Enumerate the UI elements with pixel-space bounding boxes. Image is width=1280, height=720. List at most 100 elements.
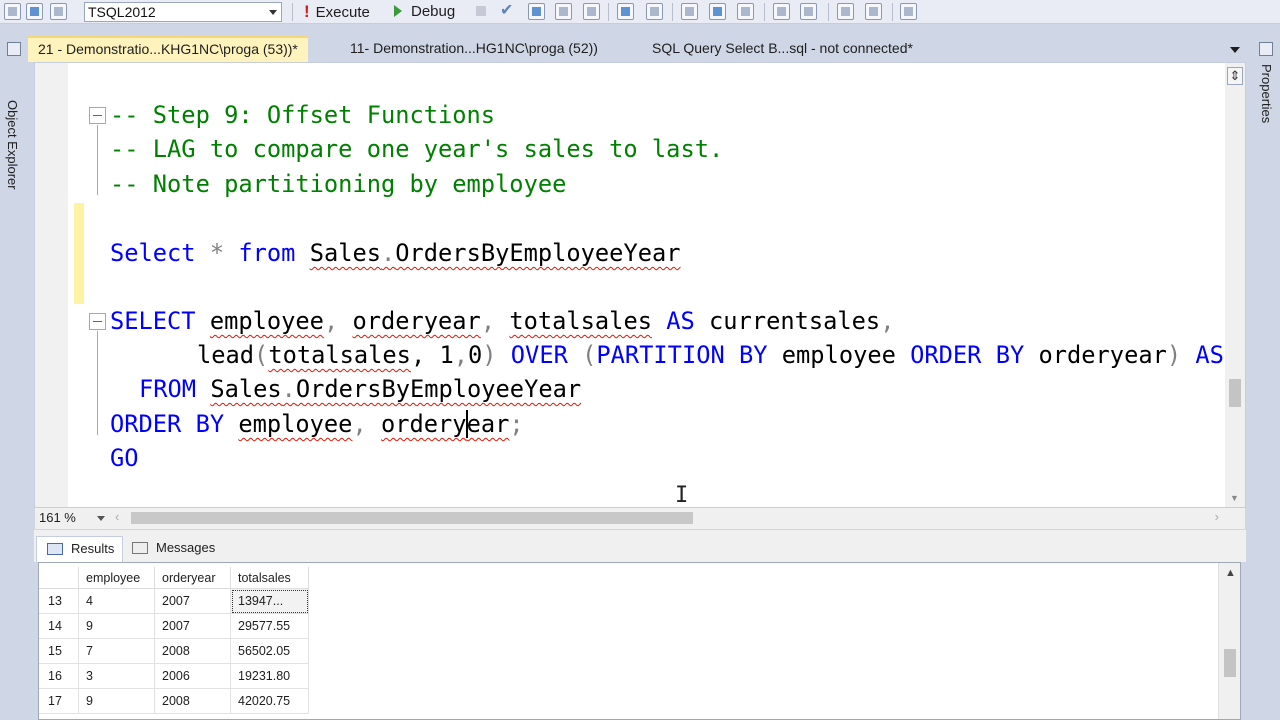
row-number[interactable]: 17 (39, 689, 79, 714)
object-name: OrdersByEmployeeYear (295, 375, 582, 403)
parse-check-icon[interactable]: ✔ (500, 0, 513, 20)
results-grid[interactable]: employee orderyear totalsales 13 4 2007 … (38, 562, 1241, 720)
tab-messages-label: Messages (156, 540, 216, 555)
increase-indent-icon[interactable] (865, 3, 882, 20)
query-editor[interactable]: -- Step 9: Offset Functions -- LAG to co… (34, 62, 1246, 508)
toolbar-separator (292, 3, 293, 21)
row-number[interactable]: 15 (39, 639, 79, 664)
collapse-region-icon[interactable] (89, 313, 106, 330)
code-line-7: SELECT employee, orderyear, totalsales A… (110, 304, 894, 338)
tab-demonstration-11[interactable]: 11- Demonstration...HG1NC\proga (52)) (340, 36, 608, 62)
cell-totalsales[interactable]: 42020.75 (231, 689, 309, 714)
grid-vertical-scrollbar[interactable]: ▲ (1218, 563, 1240, 719)
tab-results-label: Results (71, 541, 115, 556)
tab-sql-query-select[interactable]: SQL Query Select B...sql - not connected… (642, 36, 923, 62)
collapse-region-icon[interactable] (89, 107, 106, 124)
change-connection-icon[interactable] (50, 3, 67, 20)
tab-results[interactable]: Results (36, 536, 124, 562)
row-number[interactable]: 13 (39, 589, 79, 614)
connect-icon[interactable] (26, 3, 43, 20)
scroll-up-icon[interactable]: ▲ (1225, 567, 1236, 579)
scroll-down-icon[interactable]: ▼ (1230, 493, 1239, 503)
change-tracking-bar (74, 203, 84, 304)
argument-text: 0 (468, 341, 483, 369)
row-number[interactable]: 14 (39, 614, 79, 639)
client-stats-icon[interactable] (646, 3, 663, 20)
ssms-window: TSQL2012 ! Execute Debug ✔ Object Explor… (0, 0, 1280, 720)
code-area[interactable]: -- Step 9: Offset Functions -- LAG to co… (110, 63, 1225, 507)
uncomment-lines-icon[interactable] (800, 3, 817, 20)
keyword: OVER (510, 341, 568, 369)
column-name: totalsales (268, 341, 411, 369)
code-line-1: -- Step 9: Offset Functions (110, 98, 495, 132)
outline-line (97, 331, 98, 435)
toolbar-separator (892, 3, 893, 21)
cell-orderyear[interactable]: 2007 (155, 614, 231, 639)
cell-totalsales-selected[interactable]: 13947... (231, 589, 309, 614)
cell-employee[interactable]: 9 (79, 689, 155, 714)
column-header-totalsales[interactable]: totalsales (231, 567, 309, 589)
object-explorer-label[interactable]: Object Explorer (5, 100, 20, 190)
cell-totalsales[interactable]: 56502.05 (231, 639, 309, 664)
debug-button[interactable]: Debug (394, 1, 455, 23)
properties-label[interactable]: Properties (1259, 64, 1274, 123)
specify-template-values-icon[interactable] (900, 3, 917, 20)
cell-totalsales[interactable]: 19231.80 (231, 664, 309, 689)
display-plan-icon[interactable] (528, 3, 545, 20)
cell-employee[interactable]: 3 (79, 664, 155, 689)
grid-icon (47, 543, 63, 555)
column-header-orderyear[interactable]: orderyear (155, 567, 231, 589)
argument-text: , 1 (410, 341, 454, 369)
debug-label: Debug (411, 3, 456, 20)
tab-messages[interactable]: Messages (122, 536, 223, 562)
operator: . (381, 239, 396, 267)
results-to-grid-icon[interactable] (709, 3, 726, 20)
cell-orderyear[interactable]: 2008 (155, 689, 231, 714)
properties-strip[interactable]: Properties (1252, 36, 1280, 720)
cell-totalsales[interactable]: 29577.55 (231, 614, 309, 639)
scroll-thumb[interactable] (1229, 379, 1241, 407)
column-header-employee[interactable]: employee (79, 567, 155, 589)
cell-employee[interactable]: 9 (79, 614, 155, 639)
split-window-button[interactable]: ⇕ (1227, 67, 1243, 85)
alias-name: currentsales (709, 307, 881, 335)
table-row: 17 9 2008 42020.75 (39, 689, 309, 714)
cell-orderyear[interactable]: 2008 (155, 639, 231, 664)
options-icon[interactable] (583, 3, 600, 20)
column-name-part: ordery (380, 410, 467, 438)
stop-icon[interactable] (476, 6, 486, 16)
new-query-icon[interactable] (4, 3, 21, 20)
execute-icon: ! (304, 2, 310, 21)
include-plan-icon[interactable] (617, 3, 634, 20)
editor-vertical-scrollbar[interactable]: ⇕ ▼ (1225, 63, 1245, 507)
results-to-text-icon[interactable] (681, 3, 698, 20)
chevron-down-icon[interactable] (97, 516, 105, 521)
cell-employee[interactable]: 4 (79, 589, 155, 614)
tab-demonstration-21[interactable]: 21 - Demonstratio...KHG1NC\proga (53))* (28, 36, 308, 62)
scroll-left-icon[interactable]: ‹ (115, 509, 119, 524)
horizontal-scroll-thumb[interactable] (131, 512, 693, 524)
operator: , (352, 410, 367, 438)
query-designer-icon[interactable] (555, 3, 572, 20)
scroll-thumb[interactable] (1224, 649, 1236, 677)
cell-employee[interactable]: 7 (79, 639, 155, 664)
operator: ( (254, 341, 269, 369)
cell-orderyear[interactable]: 2006 (155, 664, 231, 689)
row-number[interactable]: 16 (39, 664, 79, 689)
operator: ) (482, 341, 497, 369)
scroll-right-icon[interactable]: › (1215, 509, 1219, 524)
comment-lines-icon[interactable] (773, 3, 790, 20)
chevron-down-icon (269, 10, 277, 15)
zoom-level[interactable]: 161 % (39, 510, 76, 526)
object-explorer-strip[interactable]: Object Explorer (0, 36, 28, 720)
column-name: employee (781, 341, 896, 369)
database-select[interactable]: TSQL2012 (84, 2, 282, 22)
cell-orderyear[interactable]: 2007 (155, 589, 231, 614)
column-name: orderyear (1038, 341, 1167, 369)
decrease-indent-icon[interactable] (837, 3, 854, 20)
tab-list-dropdown-icon[interactable] (1230, 47, 1240, 53)
operator: ( (582, 341, 597, 369)
results-to-file-icon[interactable] (737, 3, 754, 20)
toolbar-separator (608, 3, 609, 21)
execute-button[interactable]: ! Execute (304, 1, 370, 23)
